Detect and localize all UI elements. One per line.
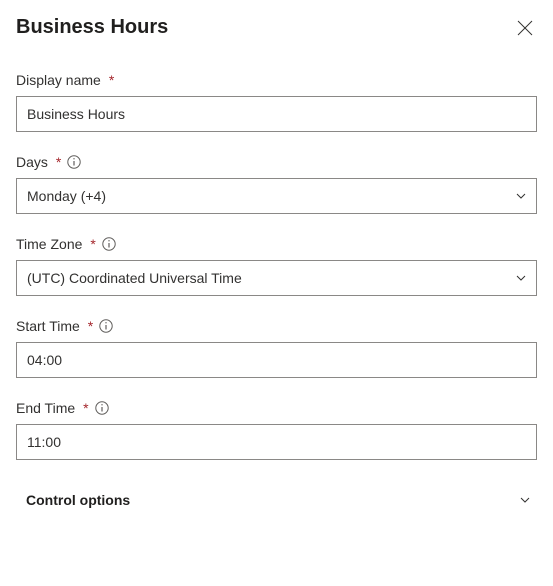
info-icon[interactable]	[67, 155, 81, 169]
close-icon	[517, 23, 533, 40]
close-button[interactable]	[513, 16, 537, 44]
display-name-label: Display name	[16, 72, 101, 88]
chevron-down-icon	[519, 494, 531, 506]
panel-title: Business Hours	[16, 16, 168, 39]
time-zone-select[interactable]: (UTC) Coordinated Universal Time	[16, 260, 537, 296]
required-indicator: *	[83, 400, 88, 416]
required-indicator: *	[56, 154, 61, 170]
required-indicator: *	[109, 72, 114, 88]
days-select-value: Monday (+4)	[27, 188, 106, 204]
required-indicator: *	[90, 236, 95, 252]
control-options-label: Control options	[26, 492, 130, 508]
time-zone-label: Time Zone	[16, 236, 82, 252]
info-icon[interactable]	[95, 401, 109, 415]
end-time-input[interactable]	[16, 424, 537, 460]
time-zone-select-value: (UTC) Coordinated Universal Time	[27, 270, 242, 286]
required-indicator: *	[88, 318, 93, 334]
control-options-section[interactable]: Control options	[16, 482, 537, 514]
days-select[interactable]: Monday (+4)	[16, 178, 537, 214]
info-icon[interactable]	[102, 237, 116, 251]
end-time-label: End Time	[16, 400, 75, 416]
info-icon[interactable]	[99, 319, 113, 333]
start-time-label: Start Time	[16, 318, 80, 334]
start-time-input[interactable]	[16, 342, 537, 378]
days-label: Days	[16, 154, 48, 170]
display-name-input[interactable]	[16, 96, 537, 132]
